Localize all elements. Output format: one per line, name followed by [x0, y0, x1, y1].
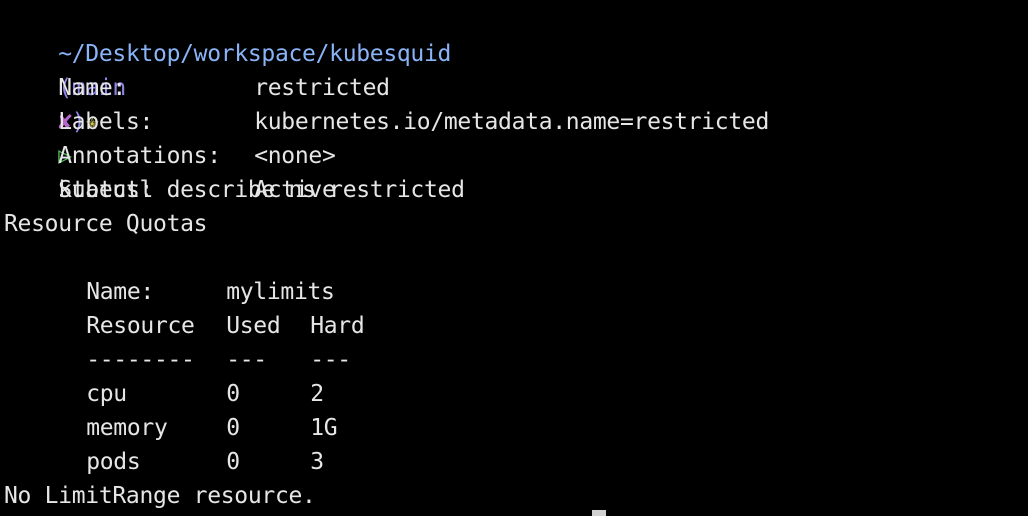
separator-resource: --------: [86, 347, 195, 373]
header-hard: Hard: [310, 313, 365, 339]
limitrange-message: No LimitRange resource.: [4, 483, 316, 509]
prompt-line: ~/Desktop/workspace/kubesquid (main ✘)✭ …: [4, 3, 1028, 203]
row-resource: cpu: [86, 381, 127, 407]
quota-name-label: Name:: [86, 279, 154, 305]
row-hard: 2: [310, 381, 324, 407]
header-resource: Resource: [86, 313, 195, 339]
ns-labels-label: Labels:: [58, 109, 154, 135]
row-used: 0: [226, 415, 240, 441]
quota-name-row: Name: mylimits: [4, 241, 1028, 305]
terminal-window[interactable]: ~/Desktop/workspace/kubesquid (main ✘)✭ …: [0, 0, 1028, 516]
row-used: 0: [226, 381, 240, 407]
prompt-path: ~/Desktop/workspace/kubesquid: [58, 41, 452, 67]
row-resource: pods: [86, 449, 141, 475]
row-used: 0: [226, 449, 240, 475]
row-resource: memory: [86, 415, 168, 441]
ns-labels-value: kubernetes.io/metadata.name=restricted: [254, 109, 769, 135]
ns-status-label: Status:: [58, 177, 154, 203]
ns-annotations-value: <none>: [254, 143, 336, 169]
row-hard: 3: [310, 449, 324, 475]
ns-name-label: Name:: [58, 75, 126, 101]
separator-hard: ---: [310, 347, 351, 373]
header-used: Used: [226, 313, 281, 339]
ns-status-value: Active: [254, 177, 336, 203]
quotas-heading: Resource Quotas: [4, 211, 208, 237]
terminal-cursor: [592, 510, 606, 516]
quota-name-value: mylimits: [226, 279, 335, 305]
ns-annotations-label: Annotations:: [58, 143, 221, 169]
row-hard: 1G: [310, 415, 338, 441]
ns-name-value: restricted: [254, 75, 390, 101]
separator-used: ---: [226, 347, 267, 373]
